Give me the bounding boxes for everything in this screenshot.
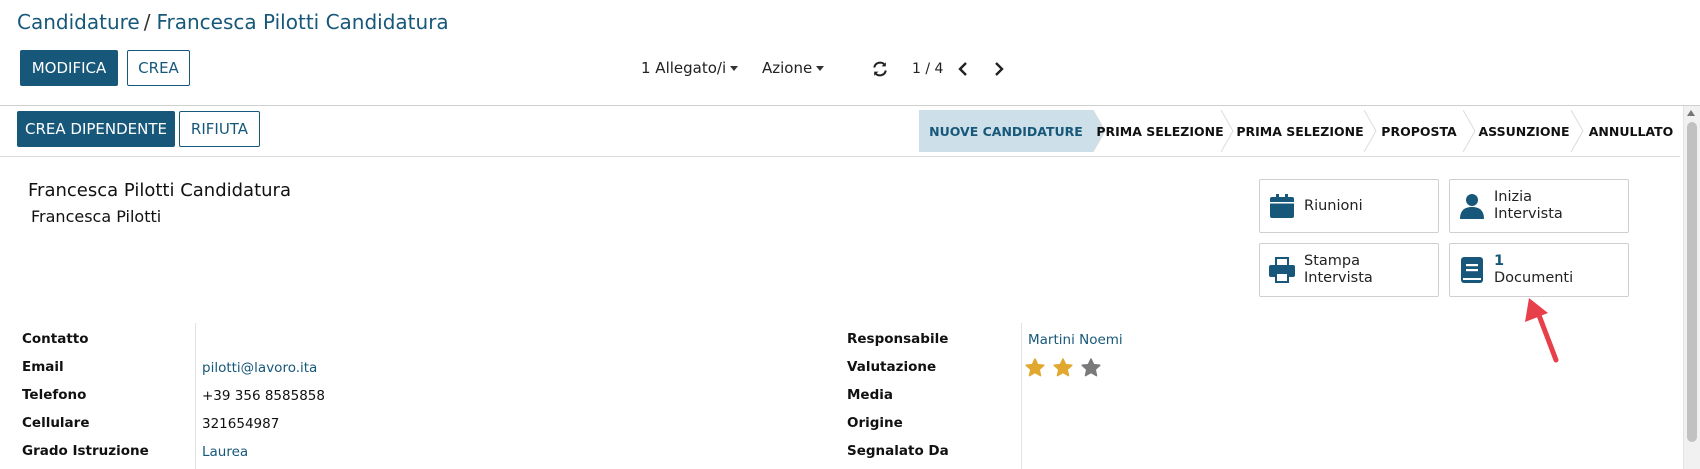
star-filled-icon[interactable] bbox=[1053, 358, 1073, 377]
stage-first-selection-2[interactable]: PRIMA SELEZIONE bbox=[1236, 110, 1363, 152]
annotation-arrow-icon bbox=[1525, 298, 1559, 363]
documents-label: Documenti bbox=[1494, 270, 1574, 286]
field-label-mobile: Cellulare bbox=[22, 415, 90, 431]
chevron-right-icon[interactable] bbox=[988, 58, 1010, 80]
caret-down-icon bbox=[816, 65, 825, 71]
stage-hiring[interactable]: ASSUNZIONE bbox=[1478, 110, 1569, 152]
start-interview-line2: Intervista bbox=[1494, 206, 1563, 222]
stage-cancelled[interactable]: ANNULLATO bbox=[1589, 110, 1674, 152]
scrollbar-thumb[interactable] bbox=[1687, 122, 1697, 442]
meetings-label: Riunioni bbox=[1304, 197, 1363, 214]
refresh-icon[interactable] bbox=[869, 58, 891, 80]
field-value-email[interactable]: pilotti@lavoro.ita bbox=[202, 360, 317, 376]
field-label-responsible: Responsabile bbox=[847, 331, 949, 347]
field-column-divider bbox=[1021, 323, 1022, 469]
scroll-up-arrow-icon[interactable] bbox=[1687, 110, 1695, 116]
field-value-phone[interactable]: +39 356 8585858 bbox=[202, 388, 325, 404]
attachments-label: 1 Allegato/i bbox=[641, 59, 727, 77]
attachments-dropdown[interactable]: 1 Allegato/i bbox=[641, 59, 739, 77]
partner-name: Francesca Pilotti bbox=[31, 207, 162, 226]
documents-button[interactable]: 1 Documenti bbox=[1449, 243, 1629, 297]
pager-value[interactable]: 1 / 4 bbox=[912, 61, 943, 77]
chevron-left-icon[interactable] bbox=[952, 58, 974, 80]
field-value-responsible[interactable]: Martini Noemi bbox=[1028, 332, 1123, 348]
field-label-source: Origine bbox=[847, 415, 903, 431]
field-label-referred-by: Segnalato Da bbox=[847, 443, 949, 459]
refuse-button[interactable]: RIFIUTA bbox=[179, 111, 260, 147]
field-label-rating: Valutazione bbox=[847, 359, 937, 375]
star-empty-icon[interactable] bbox=[1081, 358, 1101, 377]
stage-arrow bbox=[1364, 110, 1377, 152]
field-value-education[interactable]: Laurea bbox=[202, 444, 248, 460]
rating-stars[interactable] bbox=[1025, 358, 1101, 377]
create-employee-button[interactable]: CREA DIPENDENTE bbox=[17, 111, 175, 147]
start-interview-line1: Inizia bbox=[1494, 189, 1533, 205]
stage-first-selection[interactable]: PRIMA SELEZIONE bbox=[1096, 110, 1223, 152]
control-panel-divider bbox=[0, 105, 1700, 106]
user-icon bbox=[1450, 193, 1494, 219]
print-interview-line2: Intervista bbox=[1304, 270, 1373, 286]
documents-count: 1 bbox=[1494, 253, 1505, 269]
breadcrumb-current: Francesca Pilotti Candidatura bbox=[156, 10, 449, 34]
star-filled-icon[interactable] bbox=[1025, 358, 1045, 377]
field-value-mobile[interactable]: 321654987 bbox=[202, 416, 279, 432]
field-label-contact: Contatto bbox=[22, 331, 89, 347]
action-dropdown[interactable]: Azione bbox=[762, 59, 825, 77]
record-title: Francesca Pilotti Candidatura bbox=[28, 180, 291, 201]
calendar-icon bbox=[1260, 193, 1304, 219]
stage-arrow bbox=[1221, 110, 1234, 152]
start-interview-button[interactable]: Inizia Intervista bbox=[1449, 179, 1629, 233]
breadcrumb-separator: / bbox=[143, 10, 151, 34]
edit-button[interactable]: MODIFICA bbox=[20, 50, 118, 86]
print-interview-button[interactable]: Stampa Intervista bbox=[1259, 243, 1439, 297]
breadcrumb-parent-link[interactable]: Candidature bbox=[17, 10, 140, 34]
meetings-button[interactable]: Riunioni bbox=[1259, 179, 1439, 233]
printer-icon bbox=[1260, 256, 1304, 284]
book-icon bbox=[1450, 256, 1494, 284]
breadcrumb: Candidature / Francesca Pilotti Candidatur… bbox=[17, 10, 449, 34]
field-label-email: Email bbox=[22, 359, 64, 375]
action-label: Azione bbox=[762, 59, 813, 77]
field-column-divider bbox=[195, 323, 196, 469]
stage-arrow bbox=[1463, 110, 1476, 152]
field-label-phone: Telefono bbox=[22, 387, 87, 403]
caret-down-icon bbox=[730, 65, 739, 71]
stage-proposal[interactable]: PROPOSTA bbox=[1381, 110, 1457, 152]
stage-arrow bbox=[1571, 110, 1584, 152]
status-bar-divider bbox=[0, 156, 1680, 157]
field-label-education: Grado Istruzione bbox=[22, 443, 149, 459]
print-interview-line1: Stampa bbox=[1304, 253, 1360, 269]
create-button[interactable]: CREA bbox=[127, 50, 190, 86]
stage-new-applications[interactable]: NUOVE CANDIDATURE bbox=[919, 110, 1093, 152]
field-label-average: Media bbox=[847, 387, 893, 403]
